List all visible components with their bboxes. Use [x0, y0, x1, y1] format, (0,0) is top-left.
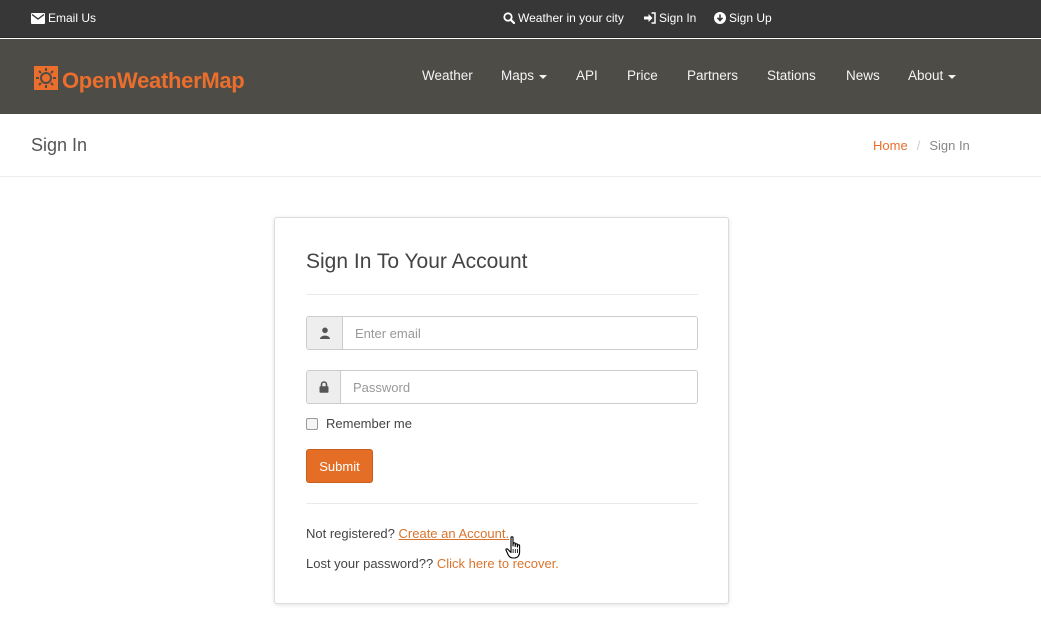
nav-about[interactable]: About: [908, 68, 957, 83]
nav-label: Stations: [767, 68, 816, 83]
email-us-label: Email Us: [48, 11, 97, 25]
nav-label: About: [908, 68, 944, 83]
nav-label: Price: [627, 68, 658, 83]
nav-label: Maps: [501, 68, 535, 83]
email-us-link[interactable]: Email Us: [31, 11, 96, 25]
nav-api[interactable]: API: [576, 68, 598, 83]
top-sign-in-link[interactable]: Sign In: [644, 11, 696, 25]
top-utility-bar: Email Us Weather in your city Sign In Si…: [0, 0, 1041, 38]
email-input[interactable]: [343, 317, 697, 349]
chevron-down-icon: [948, 74, 957, 79]
nav-maps[interactable]: Maps: [501, 68, 548, 83]
page-header: Sign In Home / Sign In: [0, 114, 1041, 177]
nav-label: News: [846, 68, 880, 83]
sign-up-icon: [714, 12, 726, 24]
create-account-link[interactable]: Create an Account.: [399, 526, 510, 541]
password-input-group: [306, 370, 698, 404]
weather-in-city-label: Weather in your city: [518, 11, 624, 25]
register-line: Not registered? Create an Account.: [306, 526, 509, 541]
remember-me-label: Remember me: [326, 416, 412, 431]
page-title: Sign In: [31, 135, 88, 155]
brand-logo[interactable]: OpenWeatherMap: [33, 65, 245, 96]
recover-password-link[interactable]: Click here to recover.: [437, 556, 559, 571]
sign-in-panel: Sign In To Your Account Remember me Subm…: [274, 217, 729, 604]
logo-text: OpenWeatherMap: [62, 67, 245, 93]
top-sign-in-label: Sign In: [659, 11, 697, 25]
main-navbar: OpenWeatherMap Weather Maps API Price Pa…: [0, 39, 1041, 114]
nav-price[interactable]: Price: [627, 68, 658, 83]
nav-partners[interactable]: Partners: [687, 68, 738, 83]
nav-weather[interactable]: Weather: [422, 68, 473, 83]
nav-label: API: [576, 68, 598, 83]
nav-label: Partners: [687, 68, 739, 83]
lost-password-text: Lost your password??: [306, 556, 434, 571]
nav-stations[interactable]: Stations: [767, 68, 816, 83]
top-sign-up-label: Sign Up: [729, 11, 772, 25]
nav-news[interactable]: News: [846, 68, 880, 83]
sign-in-heading: Sign In To Your Account: [306, 250, 528, 273]
divider: [306, 503, 698, 504]
nav-label: Weather: [422, 68, 473, 83]
recover-line: Lost your password?? Click here to recov…: [306, 556, 559, 571]
user-icon: [307, 317, 343, 349]
sign-in-icon: [644, 12, 656, 24]
envelope-icon: [31, 12, 45, 24]
not-registered-text: Not registered?: [306, 526, 395, 541]
breadcrumb-home-link[interactable]: Home: [873, 138, 908, 153]
breadcrumb-separator: /: [916, 138, 921, 153]
remember-me-row[interactable]: Remember me: [306, 416, 412, 431]
remember-me-checkbox[interactable]: [306, 417, 318, 430]
divider: [306, 294, 698, 295]
sun-logo-icon: [33, 65, 59, 96]
submit-button[interactable]: Submit: [306, 449, 373, 483]
search-icon: [503, 12, 515, 24]
weather-in-city-link[interactable]: Weather in your city: [503, 11, 624, 25]
chevron-down-icon: [539, 74, 548, 79]
lock-icon: [307, 371, 341, 403]
top-sign-up-link[interactable]: Sign Up: [714, 11, 772, 25]
breadcrumb: Home / Sign In: [873, 138, 970, 153]
email-input-group: [306, 316, 698, 350]
password-input[interactable]: [341, 371, 697, 403]
breadcrumb-current: Sign In: [929, 138, 970, 153]
